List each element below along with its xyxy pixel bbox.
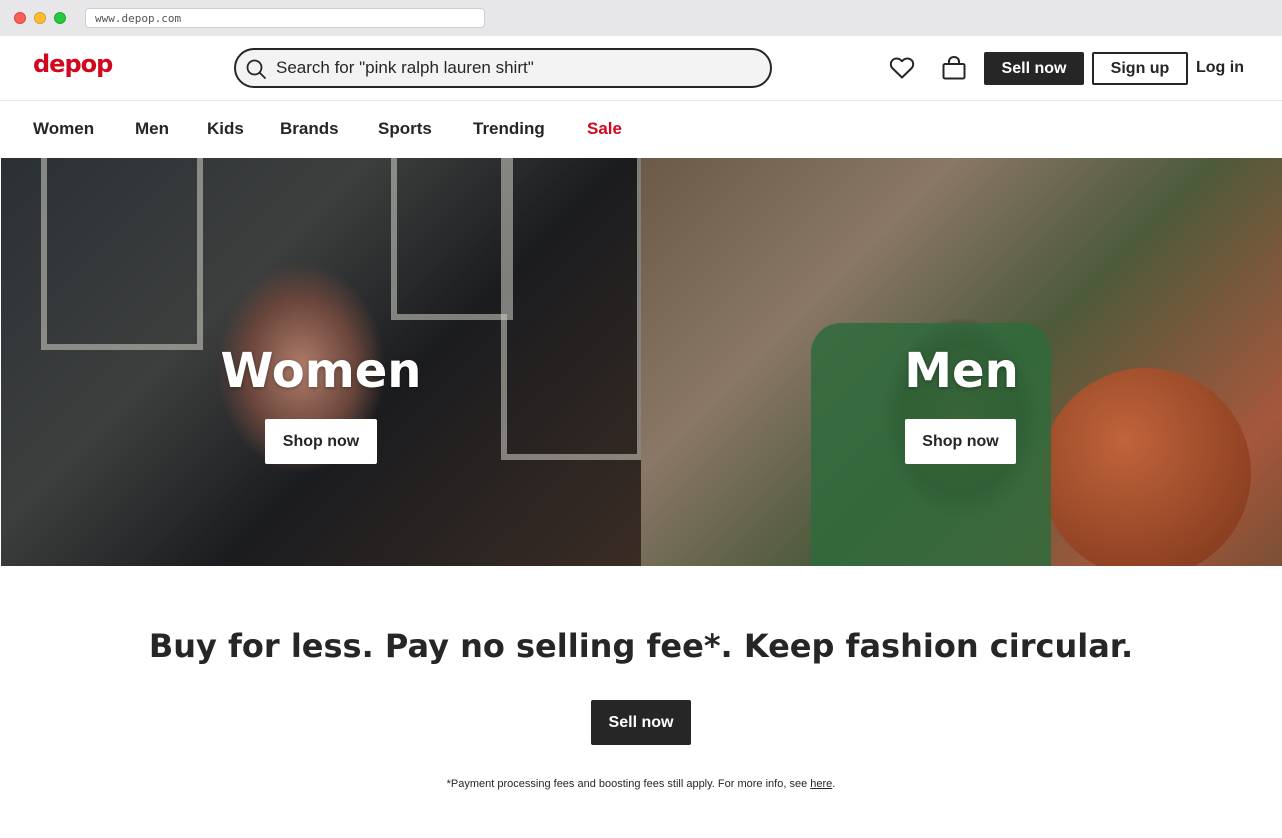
nav-item-brands[interactable]: Brands <box>280 119 339 139</box>
nav-item-trending[interactable]: Trending <box>473 119 545 139</box>
maximize-window-button[interactable] <box>54 12 66 24</box>
hero-photo-detail <box>501 158 641 460</box>
fees-footnote: *Payment processing fees and boosting fe… <box>0 778 1282 790</box>
men-hero-title: Men <box>904 343 1019 399</box>
nav-item-women[interactable]: Women <box>33 119 94 139</box>
bag-icon[interactable] <box>941 55 967 81</box>
browser-window: www.depop.com depop Sell now Sign up Log… <box>0 0 1282 838</box>
category-nav: Women Men Kids Brands Sports Trending Sa… <box>0 101 1282 158</box>
heart-icon[interactable] <box>889 56 915 80</box>
footnote-period: . <box>832 778 836 790</box>
close-window-button[interactable] <box>14 12 26 24</box>
sign-up-button[interactable]: Sign up <box>1092 52 1188 85</box>
promo-sell-now-button[interactable]: Sell now <box>591 700 691 745</box>
nav-item-sports[interactable]: Sports <box>378 119 432 139</box>
nav-item-men[interactable]: Men <box>135 119 169 139</box>
search-bar[interactable] <box>234 48 772 88</box>
depop-logo[interactable]: depop <box>33 50 113 78</box>
women-shop-now-button[interactable]: Shop now <box>265 419 377 464</box>
men-hero-banner[interactable]: Men Shop now <box>641 158 1282 566</box>
log-in-link[interactable]: Log in <box>1196 59 1244 77</box>
hero-photo-detail <box>41 158 203 350</box>
hero-photo-detail <box>391 158 513 320</box>
sell-now-button[interactable]: Sell now <box>984 52 1084 85</box>
women-hero-title: Women <box>220 343 422 399</box>
nav-item-kids[interactable]: Kids <box>207 119 244 139</box>
footnote-here-link[interactable]: here <box>810 778 832 790</box>
footnote-text: *Payment processing fees and boosting fe… <box>446 778 808 790</box>
search-input[interactable] <box>276 50 756 86</box>
address-bar[interactable]: www.depop.com <box>85 8 485 28</box>
search-icon <box>246 59 266 79</box>
site-header: depop Sell now Sign up Log in <box>0 36 1282 101</box>
nav-item-sale[interactable]: Sale <box>587 119 622 139</box>
women-hero-banner[interactable]: Women Shop now <box>1 158 641 566</box>
promo-tagline: Buy for less. Pay no selling fee*. Keep … <box>148 627 1134 665</box>
minimize-window-button[interactable] <box>34 12 46 24</box>
browser-chrome: www.depop.com <box>0 0 1282 37</box>
men-shop-now-button[interactable]: Shop now <box>905 419 1016 464</box>
